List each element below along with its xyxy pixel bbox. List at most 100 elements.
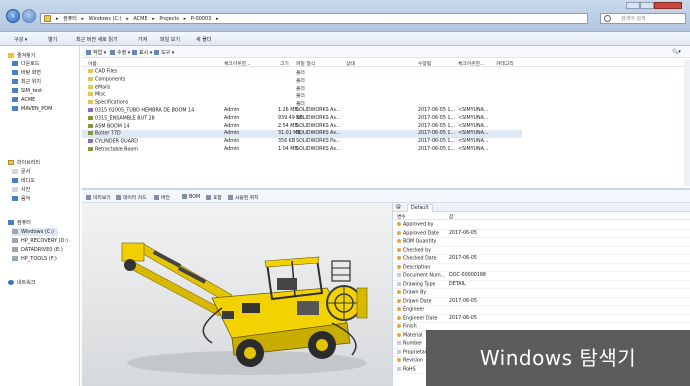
part-file-icon	[88, 108, 93, 112]
file-row[interactable]: CAD Files 폴더	[82, 68, 522, 76]
nav-downloads[interactable]: 다운로드	[12, 60, 39, 68]
tools-menu[interactable]: 도구 ▾	[154, 49, 174, 56]
back-icon[interactable]: ‹	[6, 9, 20, 23]
file-row[interactable]: Components 폴더	[82, 76, 522, 84]
maximize-button[interactable]	[640, 2, 654, 9]
property-name: Description	[397, 264, 430, 270]
search-input[interactable]: 검색어 검색	[600, 13, 686, 24]
view-file-button[interactable]: 파일 보기	[160, 36, 180, 43]
tab-bom[interactable]: BOM	[182, 194, 200, 200]
file-row[interactable]: CYLINDER GUARD Admin 356 KB SOLIDWORKS Pa..…	[82, 138, 522, 146]
file-row[interactable]: ASM BOOM 14 Admin 2.54 MB SOLIDWORKS As... 2…	[82, 123, 522, 131]
nav-drive-e[interactable]: DATADRIVE0 (E:)	[12, 246, 63, 254]
col-file-type[interactable]: 파일 형식	[296, 60, 315, 67]
property-row[interactable]: Drawn By	[393, 289, 690, 298]
file-row[interactable]: 0315 0200S_TUBO HEMBRA DE BOOM 14 Admin 1.…	[82, 107, 522, 115]
property-row[interactable]: Engineer Date 2017-06-05	[393, 315, 690, 323]
property-row[interactable]: Document Num... DOC-00000188	[393, 272, 690, 281]
cell-type: SOLIDWORKS As...	[296, 108, 341, 113]
nav-drive-d[interactable]: HP_RECOVERY (D:)	[12, 237, 68, 245]
property-row[interactable]: Drawing Type DETAIL	[393, 281, 690, 289]
tab-default[interactable]: Default	[407, 204, 433, 212]
property-name: Checked by	[397, 247, 431, 253]
file-row[interactable]: Bolter 77D Admin 31.01 MB SOLIDWORKS As... 2…	[82, 130, 522, 139]
nav-network[interactable]: 네트워크	[8, 279, 35, 287]
tab-preview[interactable]: 미리보기	[86, 194, 111, 201]
gear-icon	[86, 50, 91, 55]
open-button[interactable]: 열기	[48, 36, 57, 43]
vertical-scrollbar[interactable]	[684, 60, 690, 186]
tab-at[interactable]: @	[396, 205, 401, 210]
tab-data-card[interactable]: 데이터 카드	[116, 194, 147, 201]
minimize-button[interactable]	[626, 2, 640, 9]
zoom-search-icon[interactable]: 🔍▾	[672, 49, 681, 55]
modify-menu[interactable]: 수정 ▾	[110, 49, 130, 56]
col-name[interactable]: 이름	[88, 60, 97, 67]
nav-drive-c[interactable]: Windows (C:)	[12, 228, 58, 236]
nav-maven-pdm[interactable]: MAVEN_PDM	[12, 105, 52, 113]
display-menu[interactable]: 표시 ▾	[132, 49, 152, 56]
nav-favorites[interactable]: 즐겨찾기	[8, 52, 35, 60]
property-row[interactable]: Drawn Date 2017-06-05	[393, 298, 690, 306]
file-row[interactable]: 0315_ENSAMBLE BUT 28 Admin 939.49 KB SOLIDW…	[82, 115, 522, 123]
property-row[interactable]: Checked by	[393, 247, 690, 255]
property-name: Revision	[397, 358, 423, 364]
tab-contains[interactable]: 포함	[206, 194, 222, 201]
nav-computer[interactable]: 컴퓨터	[8, 219, 31, 227]
nav-pictures[interactable]: 사진	[12, 186, 30, 194]
breadcrumb-projects[interactable]: Projects	[159, 16, 179, 22]
breadcrumb-drive[interactable]: Windows (C:)	[89, 16, 122, 22]
file-row[interactable]: Misc 폴더	[82, 91, 522, 99]
nav-sim-test[interactable]: SIM_test	[12, 87, 42, 95]
file-row[interactable]: eMails 폴더	[82, 84, 522, 92]
property-row[interactable]: Description	[393, 264, 690, 272]
breadcrumb-project[interactable]: P-00003	[191, 16, 212, 22]
nav-music[interactable]: 음악	[12, 195, 30, 203]
search-placeholder: 검색어 검색	[621, 16, 646, 22]
nav-desktop[interactable]: 바탕 화면	[12, 69, 41, 77]
forward-icon[interactable]: ›	[22, 9, 36, 23]
property-row[interactable]: Approved by	[393, 221, 690, 230]
col-category[interactable]: 카테고리	[496, 60, 514, 67]
address-bar[interactable]: ▸ 컴퓨터 ▸ Windows (C:) ▸ ACME ▸ Projects ▸…	[40, 13, 588, 24]
col-state[interactable]: 상태	[346, 60, 355, 67]
col-checked-out-by[interactable]: 체크아웃한...	[224, 60, 251, 67]
nav-drive-f[interactable]: HP_TOOLS (F:)	[12, 255, 57, 263]
property-row[interactable]: Checked Date 2017-06-05	[393, 255, 690, 264]
breadcrumb-acme[interactable]: ACME	[133, 16, 147, 22]
nav-videos[interactable]: 비디오	[12, 177, 35, 185]
actions-menu[interactable]: 작업 ▾	[86, 49, 106, 56]
config-tabs: @ Default	[393, 203, 690, 212]
breadcrumb-computer[interactable]: 컴퓨터	[63, 16, 77, 22]
tab-where-used[interactable]: 사용된 위치	[228, 194, 259, 201]
new-folder-button[interactable]: 새 폴더	[196, 36, 211, 43]
property-row[interactable]: Approved Date 2017-06-05	[393, 230, 690, 238]
col-size[interactable]: 크기	[280, 60, 289, 67]
folder-icon	[88, 84, 93, 89]
cell-name: 0315 0200S_TUBO HEMBRA DE BOOM 14	[88, 108, 194, 114]
property-icon	[397, 264, 401, 269]
col-checked-out-in[interactable]: 체크아웃한...	[458, 60, 485, 67]
nav-acme[interactable]: ACME	[12, 96, 35, 104]
nav-documents[interactable]: 문서	[12, 168, 30, 176]
refresh-latest-button[interactable]: 최근 버전 새로 읽기	[76, 36, 118, 43]
property-row[interactable]: BOM Quantity	[393, 238, 690, 247]
nav-recent[interactable]: 최근 위치	[12, 78, 41, 86]
cell-name: CYLINDER GUARD	[88, 139, 138, 145]
organize-button[interactable]: 구성 ▾	[14, 36, 27, 43]
model-preview[interactable]	[82, 203, 392, 386]
file-row[interactable]: Specifications 폴더	[82, 99, 522, 107]
tools-icon	[154, 50, 159, 55]
cell-size: 1.26 MB	[278, 108, 298, 113]
col-modified[interactable]: 수정됨	[418, 60, 431, 67]
get-button[interactable]: 가져	[138, 36, 147, 43]
cell-name: Misc	[88, 92, 106, 98]
close-button[interactable]	[654, 2, 682, 9]
cell-by: <SIMYUNA...	[458, 108, 489, 113]
tab-version[interactable]: 버전	[154, 194, 170, 201]
nav-libraries[interactable]: 라이브러리	[8, 159, 40, 167]
folder-icon	[88, 92, 93, 97]
property-row[interactable]: Engineer	[393, 306, 690, 315]
file-row[interactable]: Retractable Boom Admin 1.04 MB SOLIDWORKS A…	[82, 146, 522, 154]
assembly-file-icon	[88, 131, 93, 136]
